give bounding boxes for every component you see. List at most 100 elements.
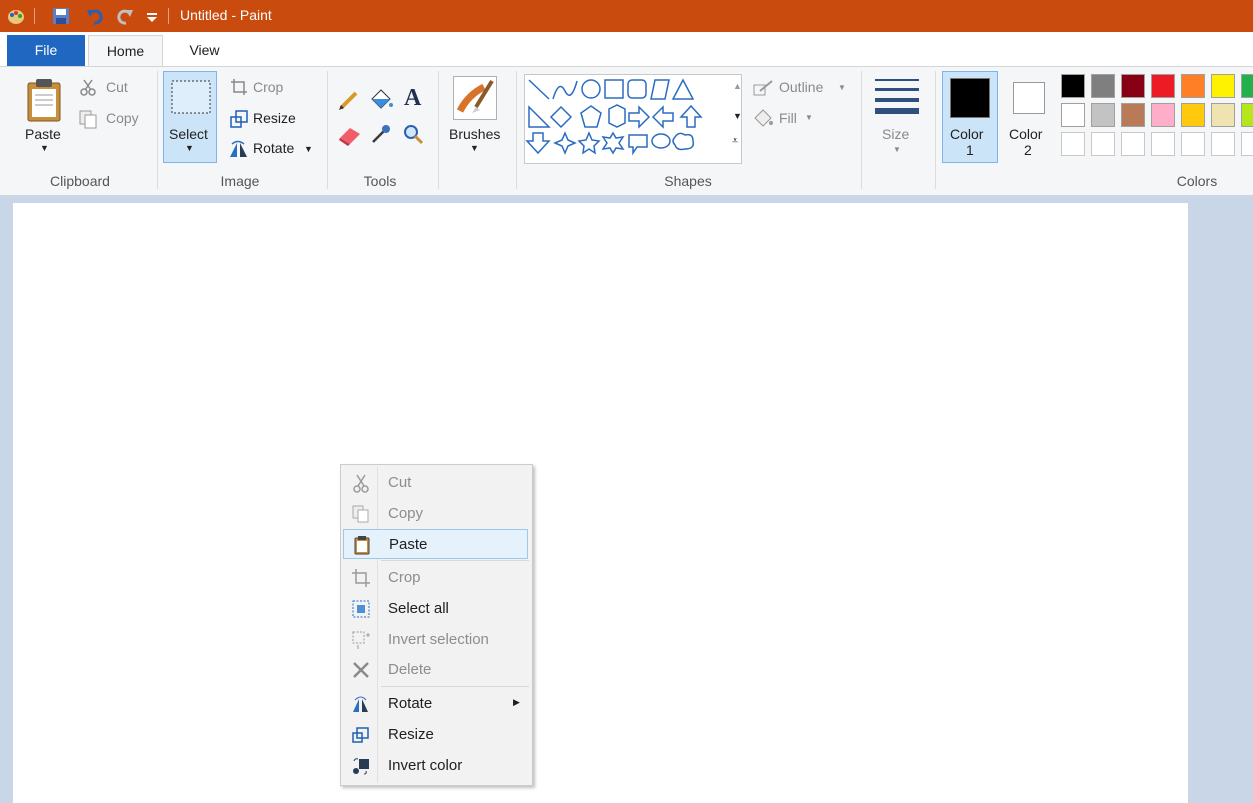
palette-swatch[interactable] [1241, 74, 1253, 98]
cut-icon[interactable] [80, 78, 96, 96]
menu-item-resize-label: Resize [388, 726, 434, 743]
palette-swatch[interactable] [1151, 132, 1175, 156]
redo-icon[interactable] [114, 6, 134, 26]
rotate-dropdown-arrow[interactable]: ▼ [304, 144, 313, 154]
brushes-button[interactable]: Brushes [449, 126, 500, 142]
pencil-icon[interactable] [338, 89, 360, 111]
shapes-gallery[interactable] [524, 74, 742, 164]
palette-swatch[interactable] [1061, 74, 1085, 98]
resize-icon[interactable] [229, 109, 249, 129]
menu-item-invert-selection-label: Invert selection [388, 631, 489, 648]
palette-swatch[interactable] [1151, 74, 1175, 98]
palette-swatch[interactable] [1181, 74, 1205, 98]
menu-item-cut-label: Cut [388, 474, 412, 491]
menu-item-rotate[interactable]: Rotate ▶ [343, 689, 528, 719]
menu-item-invert-color[interactable]: Invert color [343, 751, 528, 781]
menu-item-delete[interactable]: Delete [343, 655, 528, 685]
brushes-icon[interactable] [453, 76, 497, 120]
paste-dropdown-arrow[interactable]: ▼ [40, 143, 49, 153]
copy-icon[interactable] [78, 109, 98, 129]
rotate-icon[interactable] [227, 139, 251, 159]
color2-number[interactable]: 2 [1024, 142, 1032, 158]
palette-swatch[interactable] [1121, 74, 1145, 98]
context-menu: Cut Copy Paste Crop Select all Invert se… [340, 464, 533, 786]
group-separator [157, 71, 158, 189]
menu-item-delete-label: Delete [388, 661, 432, 678]
menu-item-paste[interactable]: Paste [343, 529, 528, 559]
submenu-arrow-icon: ▶ [513, 697, 520, 707]
outline-icon[interactable] [752, 79, 774, 97]
outline-button[interactable]: Outline [779, 79, 823, 95]
clipboard-group-label: Clipboard [50, 173, 110, 189]
outline-dropdown-arrow[interactable]: ▼ [838, 83, 846, 92]
palette-swatch[interactable] [1091, 103, 1115, 127]
fill-dropdown-arrow[interactable]: ▼ [805, 113, 813, 122]
palette-swatch[interactable] [1181, 132, 1205, 156]
rotate-button[interactable]: Rotate [253, 140, 294, 156]
palette-swatch[interactable] [1151, 103, 1175, 127]
rotate-icon [353, 696, 368, 712]
size-button[interactable]: Size [882, 126, 909, 142]
window-title: Untitled - Paint [180, 7, 272, 23]
fill-bucket-icon[interactable] [368, 87, 394, 111]
menu-item-copy[interactable]: Copy [343, 499, 528, 529]
crop-button[interactable]: Crop [253, 79, 283, 95]
shapes-scroll-down[interactable]: ▼ [733, 111, 742, 121]
menu-item-select-all[interactable]: Select all [343, 594, 528, 624]
palette-swatch[interactable] [1211, 132, 1235, 156]
crop-icon[interactable] [230, 78, 248, 96]
palette-swatch[interactable] [1241, 103, 1253, 127]
tab-view[interactable]: View [172, 35, 237, 66]
color-picker-icon[interactable] [370, 123, 392, 145]
paste-icon[interactable] [24, 77, 64, 123]
color1-swatch [950, 78, 990, 118]
resize-icon [352, 727, 369, 743]
text-tool-icon[interactable]: A [404, 85, 421, 112]
menu-item-crop[interactable]: Crop [343, 563, 528, 593]
select-dropdown-arrow[interactable]: ▼ [185, 143, 194, 153]
menu-item-copy-label: Copy [388, 505, 424, 522]
magnifier-icon[interactable] [402, 123, 424, 145]
palette-swatch[interactable] [1211, 74, 1235, 98]
palette-swatch[interactable] [1211, 103, 1235, 127]
tab-home[interactable]: Home [88, 35, 163, 67]
cut-icon [353, 474, 369, 493]
tab-file[interactable]: File [7, 35, 85, 66]
palette-swatch[interactable] [1061, 132, 1085, 156]
shapes-expand[interactable]: ⩡ [732, 135, 738, 148]
menu-item-cut[interactable]: Cut [343, 468, 528, 498]
eraser-icon[interactable] [338, 124, 362, 146]
palette-swatch[interactable] [1061, 103, 1085, 127]
palette-swatch[interactable] [1241, 132, 1253, 156]
menu-separator [381, 560, 529, 561]
shapes-scroll-up[interactable]: ▲ [733, 81, 742, 91]
color2-swatch[interactable] [1013, 82, 1045, 114]
menu-item-resize[interactable]: Resize [343, 720, 528, 750]
fill-icon[interactable] [752, 108, 774, 128]
save-icon[interactable] [52, 6, 70, 26]
palette-swatch[interactable] [1181, 103, 1205, 127]
resize-button[interactable]: Resize [253, 110, 296, 126]
palette-swatch[interactable] [1121, 132, 1145, 156]
drawing-canvas[interactable] [13, 203, 1188, 803]
fill-button[interactable]: Fill [779, 110, 797, 126]
group-separator [516, 71, 517, 189]
palette-swatch[interactable] [1121, 103, 1145, 127]
menu-item-invert-selection[interactable]: Invert selection [343, 625, 528, 655]
palette-swatch[interactable] [1091, 132, 1115, 156]
tools-group-label: Tools [363, 173, 397, 189]
shapes-group-label: Shapes [664, 173, 712, 189]
size-dropdown-arrow[interactable]: ▼ [893, 145, 901, 154]
copy-button[interactable]: Copy [106, 110, 139, 126]
size-icon[interactable] [874, 77, 920, 117]
group-separator [861, 71, 862, 189]
color2-label[interactable]: Color [1009, 126, 1042, 142]
copy-icon [352, 505, 369, 523]
paint-app-icon[interactable] [6, 6, 28, 26]
brushes-dropdown-arrow[interactable]: ▼ [470, 143, 479, 153]
cut-button[interactable]: Cut [106, 79, 128, 95]
undo-icon[interactable] [86, 6, 106, 26]
palette-swatch[interactable] [1091, 74, 1115, 98]
customize-quick-access-icon[interactable] [146, 6, 158, 26]
paste-button[interactable]: Paste [25, 126, 61, 142]
